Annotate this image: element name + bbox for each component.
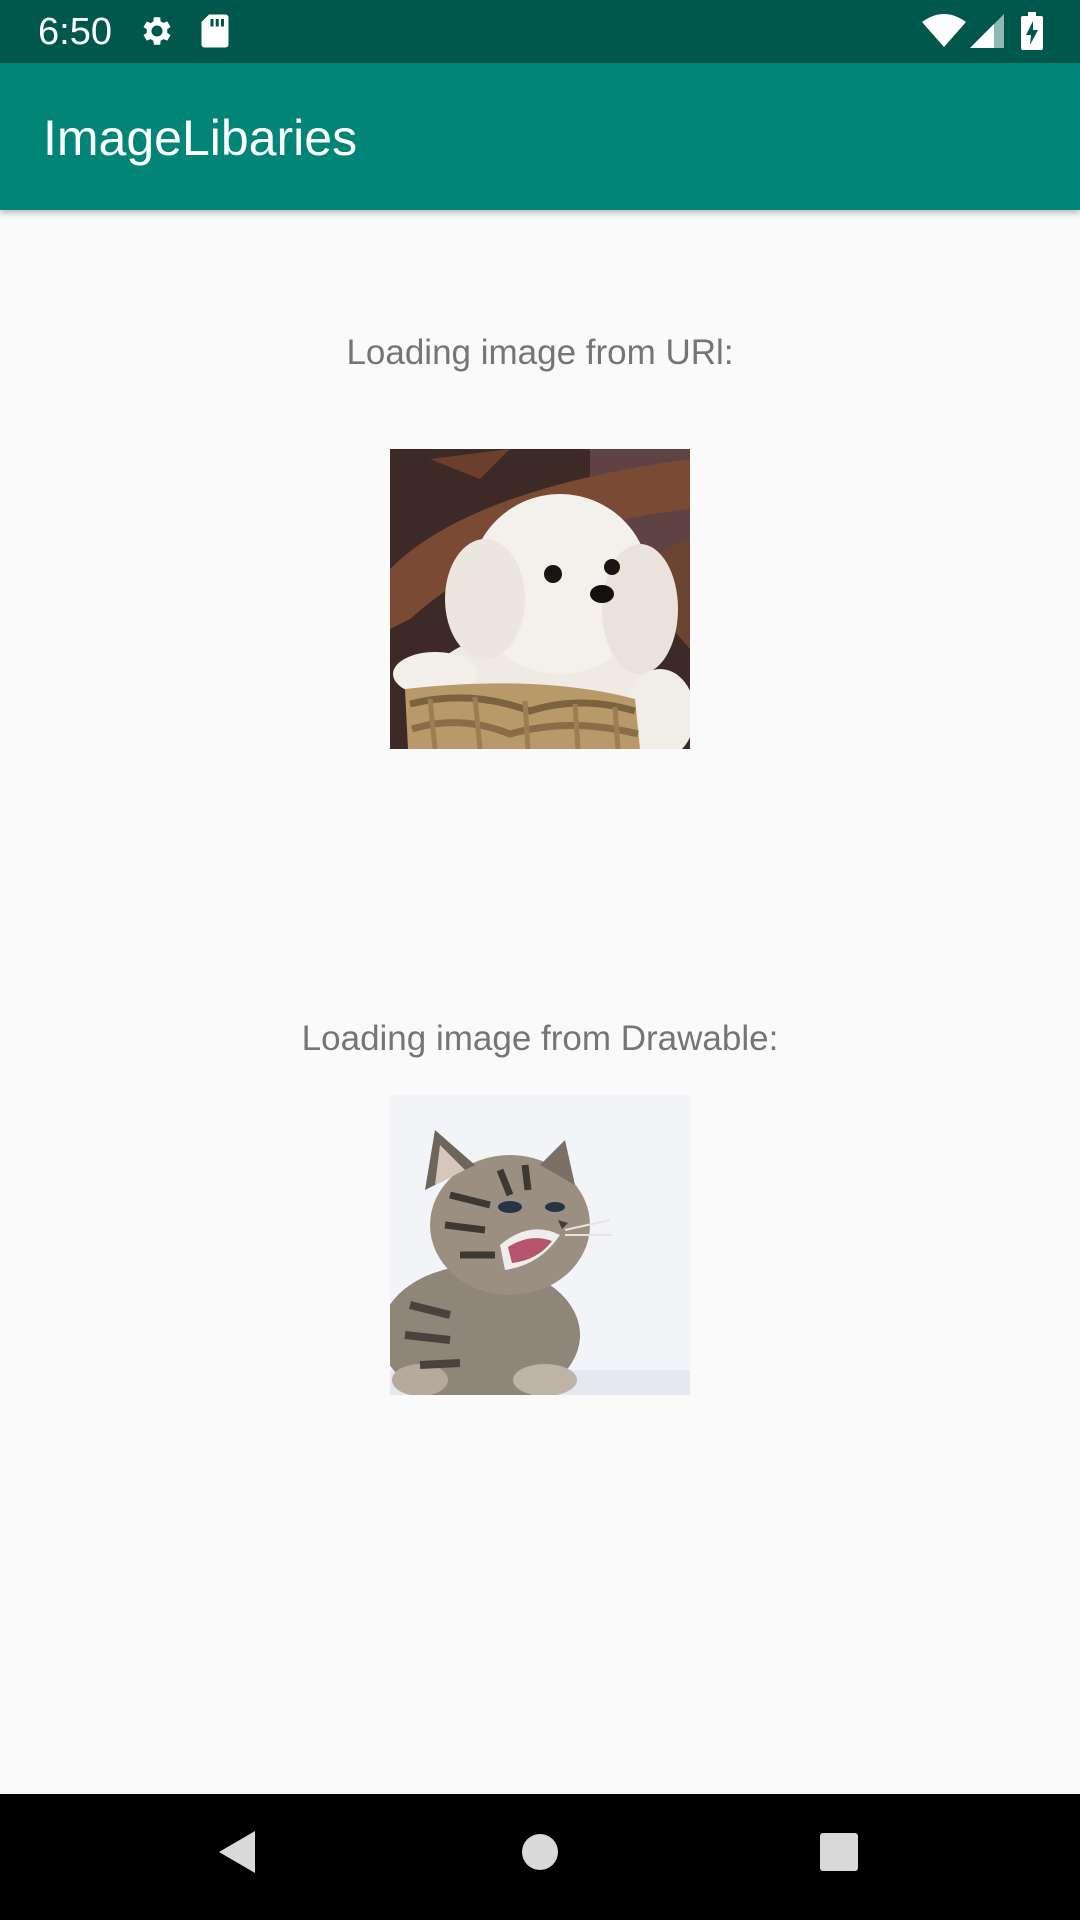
wifi-icon (922, 14, 966, 53)
status-bar: 6:50 (0, 0, 1080, 63)
status-time: 6:50 (38, 11, 112, 53)
sd-card-icon (200, 12, 230, 55)
drawable-image-label: Loading image from Drawable: (301, 1019, 779, 1058)
recents-icon[interactable] (817, 1827, 861, 1882)
navigation-bar (0, 1794, 1080, 1920)
battery-charging-icon (1021, 12, 1043, 55)
home-icon[interactable] (520, 1827, 560, 1882)
app-bar: ImageLibaries (0, 63, 1080, 210)
url-image-puppy (390, 449, 690, 749)
settings-gear-icon (138, 12, 176, 55)
back-icon[interactable] (215, 1827, 259, 1882)
app-title: ImageLibaries (43, 110, 358, 166)
url-image-label: Loading image from URl: (346, 333, 734, 372)
drawable-image-kitten (390, 1095, 690, 1395)
cell-signal-icon (970, 14, 1004, 53)
